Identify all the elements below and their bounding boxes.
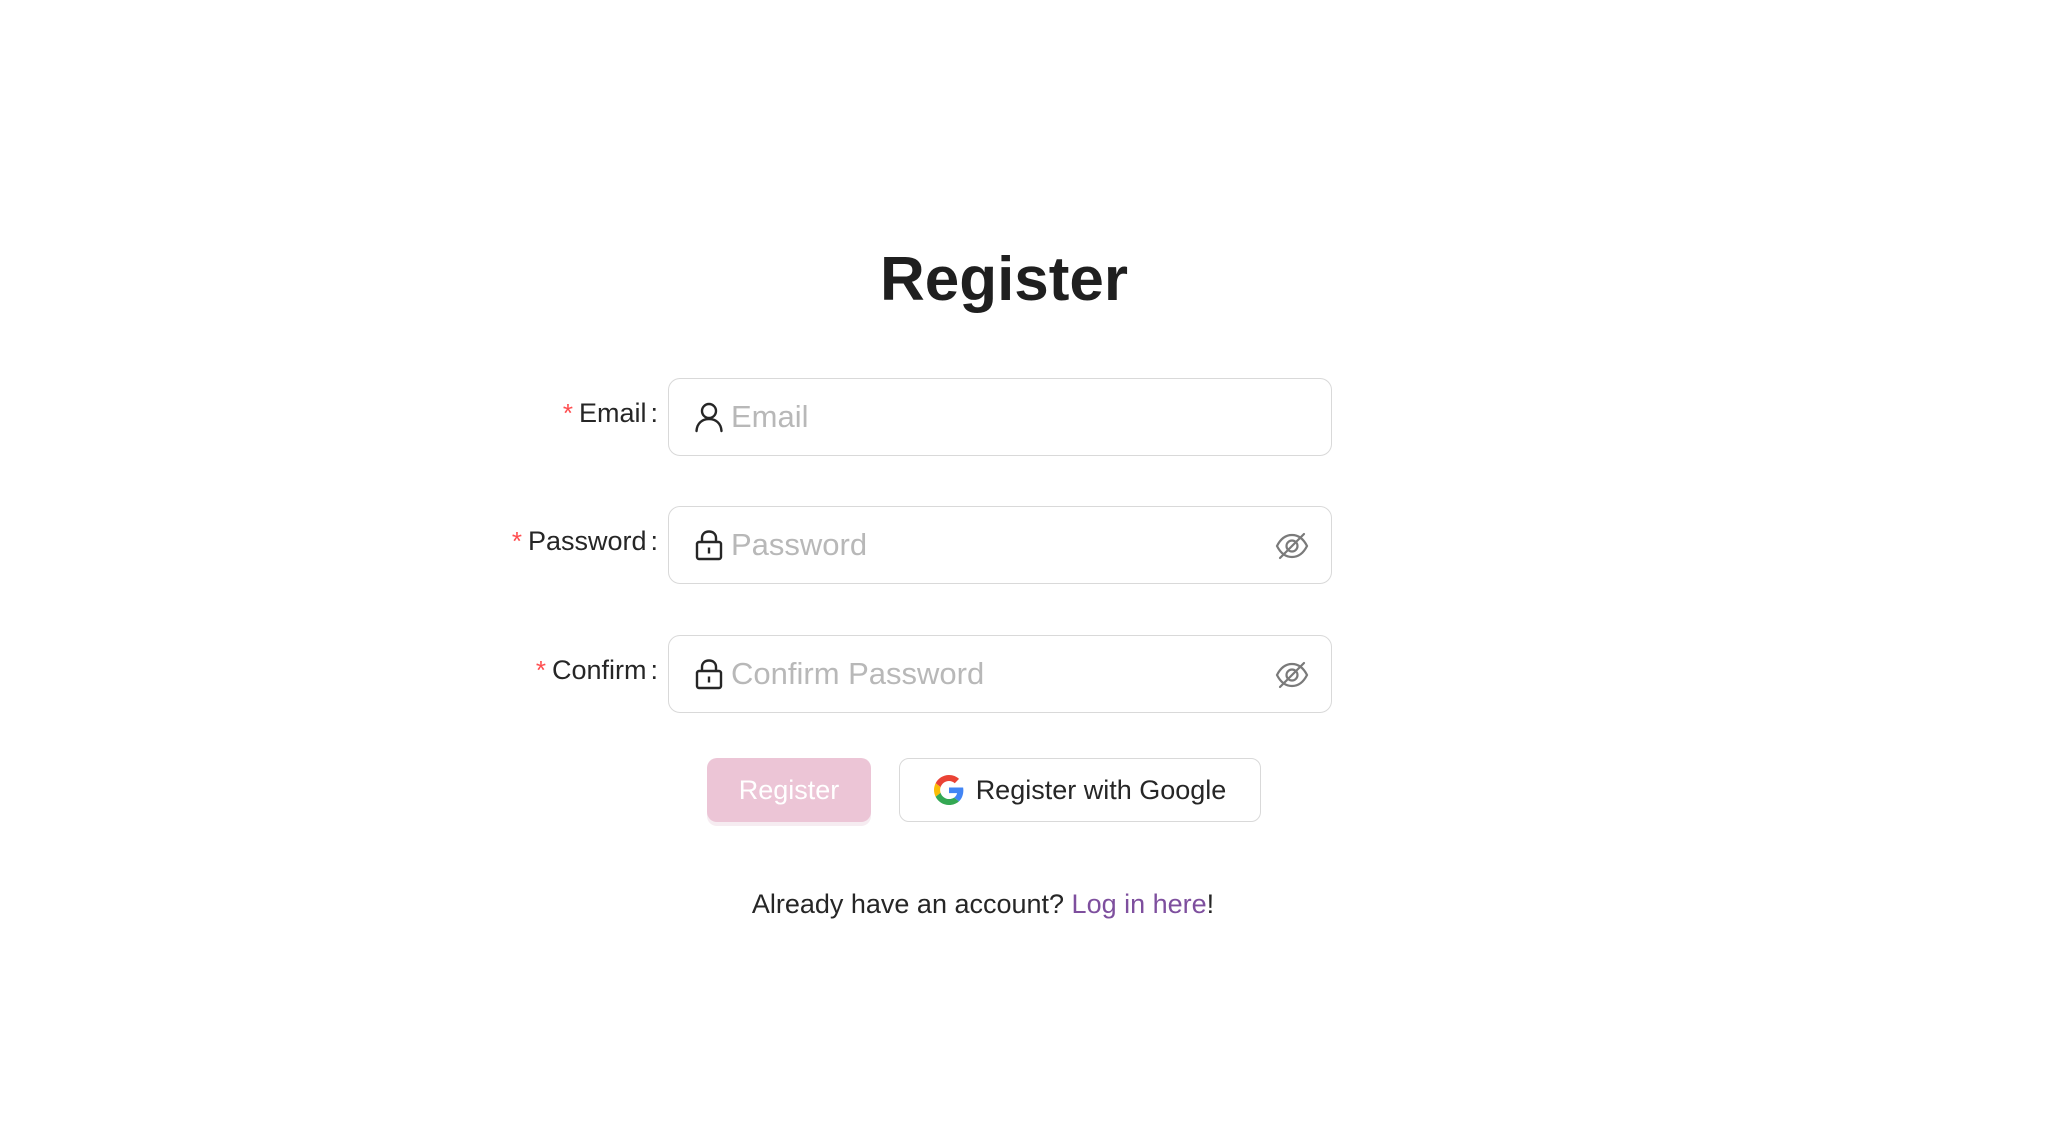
label-colon: : bbox=[650, 526, 658, 556]
confirm-label-container: * Confirm: bbox=[0, 635, 658, 715]
lock-icon bbox=[693, 529, 725, 561]
required-mark: * bbox=[562, 398, 573, 428]
confirm-label-text: Confirm bbox=[551, 655, 647, 685]
google-logo-icon bbox=[933, 775, 964, 805]
login-prompt-suffix: ! bbox=[1206, 889, 1215, 919]
required-mark: * bbox=[535, 655, 546, 685]
eye-invisible-icon[interactable] bbox=[1275, 529, 1309, 563]
register-button[interactable]: Register bbox=[707, 758, 871, 822]
password-field[interactable] bbox=[668, 506, 1332, 584]
password-form-item: * Password: bbox=[0, 506, 1340, 586]
password-input[interactable] bbox=[731, 519, 1231, 571]
email-label-container: * Email: bbox=[0, 378, 658, 458]
login-prompt: Already have an account? Log in here! bbox=[0, 884, 1966, 924]
password-label: * Password: bbox=[512, 506, 658, 586]
email-field[interactable] bbox=[668, 378, 1332, 456]
label-colon: : bbox=[650, 655, 658, 685]
register-with-google-button[interactable]: Register with Google bbox=[899, 758, 1261, 822]
required-mark: * bbox=[511, 526, 522, 556]
page-title: Register bbox=[879, 245, 1129, 314]
password-label-text: Password bbox=[527, 526, 647, 556]
email-label-text: Email bbox=[578, 398, 647, 428]
email-input[interactable] bbox=[731, 391, 1231, 443]
register-page: Register *Email: *Password: bbox=[0, 0, 2066, 1148]
confirm-password-input[interactable] bbox=[731, 648, 1231, 700]
confirm-form-item: * Confirm: bbox=[0, 635, 1340, 715]
user-icon bbox=[693, 401, 725, 433]
label-colon: : bbox=[650, 398, 658, 428]
login-prompt-text: Already have an account? bbox=[751, 889, 1072, 919]
eye-invisible-icon[interactable] bbox=[1275, 658, 1309, 692]
login-link[interactable]: Log in here bbox=[1072, 889, 1207, 919]
password-label-container: * Password: bbox=[0, 506, 658, 586]
email-label: * Email: bbox=[563, 378, 658, 458]
confirm-password-field[interactable] bbox=[668, 635, 1332, 713]
email-form-item: * Email: bbox=[0, 378, 1340, 458]
confirm-label: * Confirm: bbox=[536, 635, 658, 715]
lock-icon bbox=[693, 658, 725, 690]
google-button-label: Register with Google bbox=[975, 774, 1227, 805]
